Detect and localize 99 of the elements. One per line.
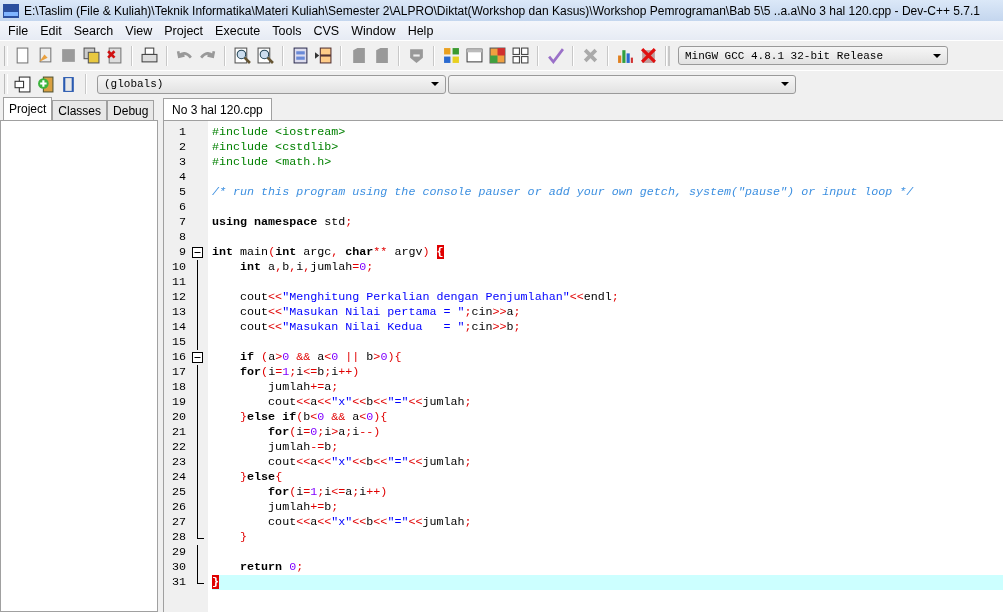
code-line: cout<<"Masukan Nilai Kedua = ";cin>>b; — [239, 320, 522, 335]
menu-item[interactable]: Window — [345, 23, 402, 38]
grid-icon[interactable] — [443, 47, 460, 64]
code-line: #include <iostream> — [212, 125, 347, 140]
open-file-icon[interactable] — [37, 47, 54, 64]
line-number: 23 — [170, 455, 187, 470]
grid-icon[interactable] — [512, 47, 529, 64]
print-icon[interactable] — [141, 47, 158, 64]
app-icon — [3, 3, 19, 18]
bar-chart-icon[interactable] — [617, 47, 634, 64]
line-number: 15 — [170, 335, 187, 350]
menu-item[interactable]: Search — [67, 23, 120, 38]
caret-icon — [431, 82, 439, 86]
line-number: 12 — [170, 290, 187, 305]
menu-item[interactable]: Project — [158, 23, 210, 38]
plus-icon[interactable] — [37, 75, 54, 93]
code-line: } — [239, 530, 249, 545]
code-line: for(i=1;i<=a;i++) — [267, 485, 389, 500]
code-line: for(i=0;i>a;i--) — [267, 425, 382, 440]
line-number: 22 — [170, 440, 187, 455]
fold-toggle-icon[interactable] — [192, 247, 203, 258]
line-number: 26 — [170, 500, 187, 515]
replace-icon[interactable] — [257, 47, 274, 64]
code-line: }else if(b<0 && a<0){ — [239, 410, 389, 425]
line-number: 31 — [170, 575, 187, 590]
fold-toggle-icon[interactable] — [192, 352, 203, 363]
code-line: jumlah+=a; — [267, 380, 340, 395]
scope-dropdown[interactable]: (globals) — [97, 74, 446, 94]
code-line: cout<<"Masukan Nilai pertama = ";cin>>a; — [239, 305, 522, 320]
line-number: 10 — [170, 260, 187, 275]
line-number: 5 — [178, 185, 187, 200]
compiler-dropdown[interactable]: MinGW GCC 4.8.1 32-bit Release — [678, 46, 948, 65]
code-line: cout<<a<<"x"<<b<<"="<<jumlah; — [267, 515, 473, 530]
panel-tab[interactable]: Classes — [52, 100, 108, 120]
code-line: }else{ — [239, 470, 284, 485]
line-number: 25 — [170, 485, 187, 500]
line-number: 14 — [170, 320, 187, 335]
line-number: 20 — [170, 410, 187, 425]
fold-end-line — [197, 530, 204, 539]
code-line: /* run this program using the console pauser or add your own getch, system("pause") or input loop */ — [212, 185, 915, 200]
code-line: #include <math.h> — [212, 155, 333, 170]
menu-item[interactable]: Edit — [34, 23, 68, 38]
line-number: 4 — [178, 170, 187, 185]
line-number: 8 — [178, 230, 187, 245]
line-number: 29 — [170, 545, 187, 560]
line-number: 27 — [170, 515, 187, 530]
code-line: return 0; — [239, 560, 305, 575]
line-number: 9 — [178, 245, 187, 260]
code-line: cout<<"Menghitung Perkalian dengan Penjumlahan"<<endl; — [239, 290, 620, 305]
panel-tab[interactable]: Debug — [107, 100, 155, 120]
line-number: 30 — [170, 560, 187, 575]
line-number: 13 — [170, 305, 187, 320]
line-number: 17 — [170, 365, 187, 380]
menu-item[interactable]: Tools — [266, 23, 308, 38]
file-tab[interactable]: No 3 hal 120.cpp — [163, 98, 272, 120]
line-number: 21 — [170, 425, 187, 440]
shield-icon[interactable] — [408, 47, 425, 64]
code-line: if (a>0 && a<0 || b>0){ — [239, 350, 403, 365]
check-icon[interactable] — [547, 47, 564, 64]
code-line: for(i=1;i<=b;i++) — [239, 365, 361, 380]
code-line: int main(int argc, char** argv) { — [212, 245, 445, 260]
menu-item[interactable]: File — [2, 23, 35, 38]
window-icon[interactable] — [466, 47, 483, 64]
window-title: E:\Taslim (File & Kuliah)\Teknik Informatika\Materi Kuliah\Semester 2\ALPRO\Diktat(Workshop dan Kasus)\Workshop Pemrograman\Bab 5\5 ..a.a\No 3 hal 120.cpp - Dev-C++ 5.7.1 — [24, 3, 980, 18]
code-line: jumlah+=b; — [267, 500, 340, 515]
line-number: 18 — [170, 380, 187, 395]
line-number: 11 — [170, 275, 187, 290]
fold-end-line — [197, 575, 204, 584]
save-icon[interactable] — [60, 47, 77, 64]
line-number: 1 — [178, 125, 187, 140]
menu-item[interactable]: View — [119, 23, 159, 38]
line-number: 16 — [170, 350, 187, 365]
menu-item[interactable]: CVS — [307, 23, 346, 38]
panel-tab[interactable]: Project — [3, 97, 53, 120]
line-number: 3 — [178, 155, 187, 170]
unindent-icon[interactable] — [315, 47, 332, 64]
line-number: 28 — [170, 530, 187, 545]
code-line: #include <cstdlib> — [212, 140, 340, 155]
function-dropdown[interactable] — [448, 74, 796, 94]
line-number: 6 — [178, 200, 187, 215]
caret-icon — [781, 82, 789, 86]
save-all-icon[interactable] — [83, 47, 100, 64]
line-number: 24 — [170, 470, 187, 485]
indent-icon[interactable] — [292, 47, 309, 64]
code-line: int a,b,i,jumlah=0; — [239, 260, 375, 275]
line-number: 7 — [178, 215, 187, 230]
line-number: 19 — [170, 395, 187, 410]
new-file-icon[interactable] — [14, 47, 31, 64]
search-icon[interactable] — [234, 47, 251, 64]
delete-icon[interactable] — [640, 47, 657, 64]
close-file-icon[interactable] — [106, 47, 123, 64]
code-line: cout<<a<<"x"<<b<<"="<<jumlah; — [267, 455, 473, 470]
menu-item[interactable]: Execute — [209, 23, 267, 38]
menu-item[interactable]: Help — [401, 23, 440, 38]
code-line: using namespace std; — [212, 215, 354, 230]
line-number: 2 — [178, 140, 187, 155]
code-line: jumlah-=b; — [267, 440, 340, 455]
code-line: cout<<a<<"x"<<b<<"="<<jumlah; — [267, 395, 473, 410]
caret-icon — [933, 53, 941, 58]
